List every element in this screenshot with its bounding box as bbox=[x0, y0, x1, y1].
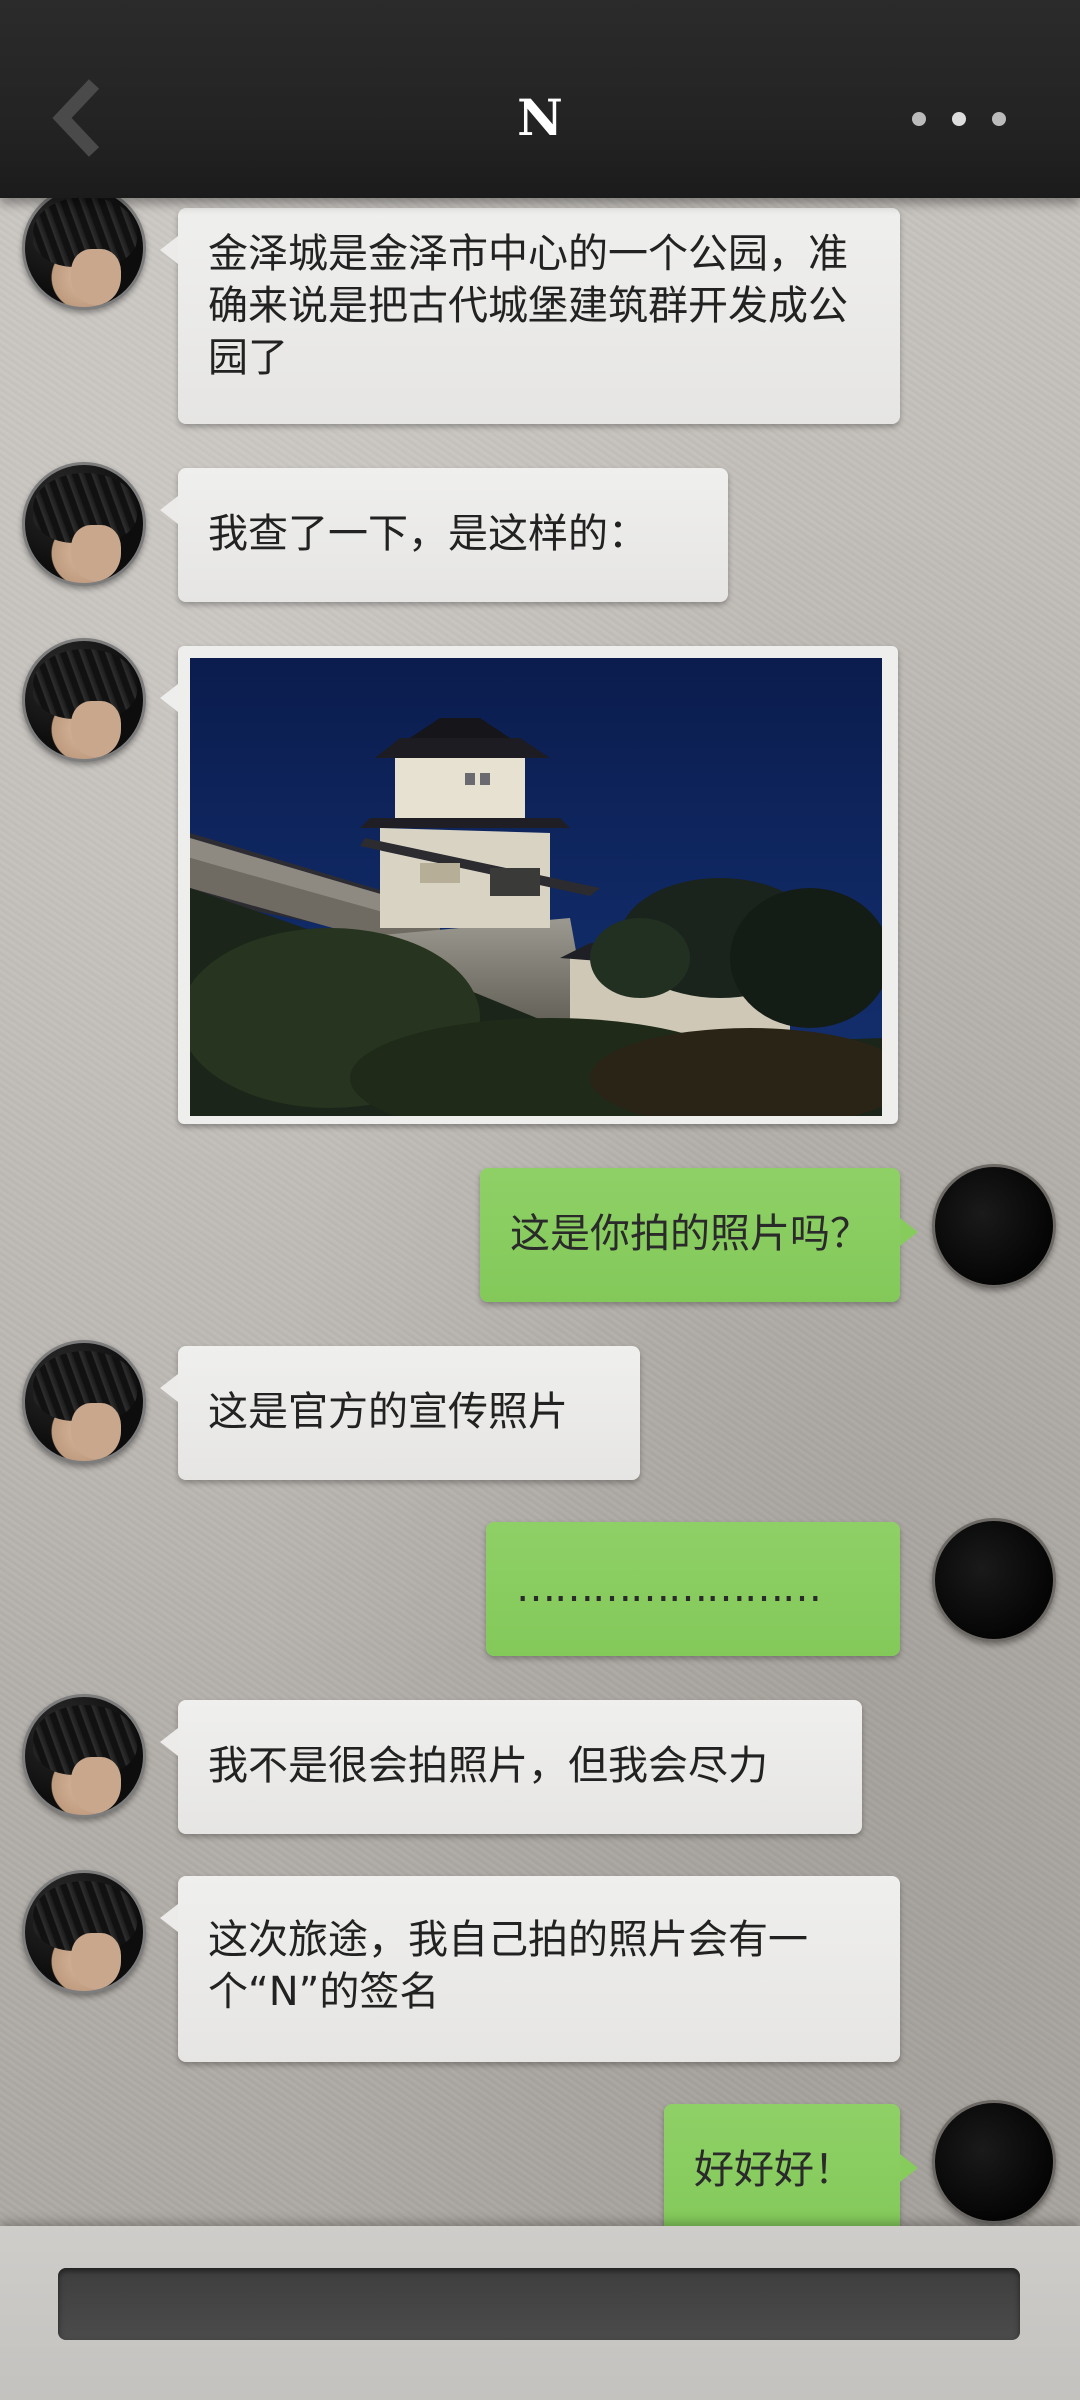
message-bubble-incoming[interactable]: 我不是很会拍照片，但我会尽力 bbox=[160, 1700, 862, 1834]
message-text: 这是官方的宣传照片 bbox=[208, 1389, 568, 1435]
more-dots-icon bbox=[912, 112, 926, 126]
message-text: 这是你拍的照片吗？ bbox=[510, 1211, 870, 1257]
message-bubble-outgoing[interactable]: 好好好！ bbox=[664, 2104, 918, 2230]
message-text: 好好好！ bbox=[694, 2147, 854, 2193]
composer-bar bbox=[0, 2226, 1080, 2400]
kanazawa-castle-night-photo bbox=[190, 658, 882, 1116]
more-options-button[interactable] bbox=[912, 104, 1022, 134]
more-dots-icon bbox=[952, 112, 966, 126]
message-text: 这次旅途，我自己拍的照片会有一个“N”的签名 bbox=[208, 1917, 808, 2015]
user-avatar[interactable] bbox=[932, 2100, 1056, 2224]
message-bubble-outgoing[interactable]: …………………… bbox=[486, 1522, 900, 1656]
top-navigation-bar: N bbox=[0, 0, 1080, 198]
message-input[interactable] bbox=[58, 2268, 1020, 2340]
user-avatar[interactable] bbox=[932, 1518, 1056, 1642]
contact-avatar[interactable] bbox=[22, 1870, 146, 1994]
more-dots-icon bbox=[992, 112, 1006, 126]
chat-area[interactable]: 金泽城是金泽市中心的一个公园，准确来说是把古代城堡建筑群开发成公园了 我查了一下… bbox=[0, 0, 1080, 2230]
message-bubble-incoming[interactable]: 这次旅途，我自己拍的照片会有一个“N”的签名 bbox=[160, 1876, 900, 2062]
message-text: 我查了一下，是这样的： bbox=[208, 511, 648, 557]
message-bubble-incoming[interactable]: 金泽城是金泽市中心的一个公园，准确来说是把古代城堡建筑群开发成公园了 bbox=[160, 208, 900, 424]
user-avatar[interactable] bbox=[932, 1164, 1056, 1288]
contact-avatar[interactable] bbox=[22, 462, 146, 586]
contact-avatar[interactable] bbox=[22, 186, 146, 310]
message-bubble-incoming[interactable]: 这是官方的宣传照片 bbox=[160, 1346, 640, 1480]
message-text: …………………… bbox=[516, 1565, 822, 1611]
message-text: 我不是很会拍照片，但我会尽力 bbox=[208, 1743, 768, 1789]
contact-avatar[interactable] bbox=[22, 1694, 146, 1818]
message-text: 金泽城是金泽市中心的一个公园，准确来说是把古代城堡建筑群开发成公园了 bbox=[208, 231, 848, 381]
contact-avatar[interactable] bbox=[22, 638, 146, 762]
message-bubble-outgoing[interactable]: 这是你拍的照片吗？ bbox=[480, 1168, 918, 1302]
image-message-bubble[interactable] bbox=[160, 646, 898, 1124]
message-bubble-incoming[interactable]: 我查了一下，是这样的： bbox=[160, 468, 728, 602]
contact-avatar[interactable] bbox=[22, 1340, 146, 1464]
